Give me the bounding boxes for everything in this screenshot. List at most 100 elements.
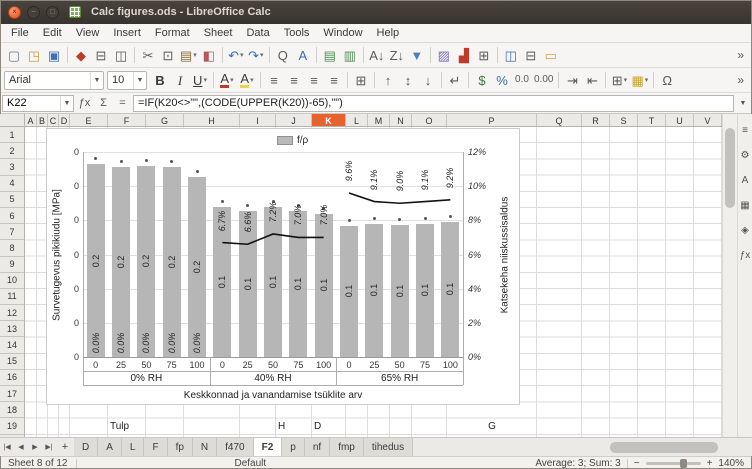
borders-button[interactable]: ⊞▾ xyxy=(609,70,629,91)
expand-formula-bar-icon[interactable]: ▼ xyxy=(736,100,750,107)
paste-button[interactable]: ▤▾ xyxy=(178,45,199,66)
select-all-corner[interactable] xyxy=(0,114,25,127)
row-header-10[interactable]: 10 xyxy=(0,273,24,289)
column-header-r[interactable]: R xyxy=(582,114,610,127)
menu-view[interactable]: View xyxy=(69,26,107,40)
zoom-slider-thumb[interactable] xyxy=(680,459,687,468)
row-header-5[interactable]: 5 xyxy=(0,192,24,208)
formula-input[interactable]: =IF(K20<>"",(CODE(UPPER(K20))-65),"") xyxy=(133,95,734,112)
row-header-14[interactable]: 14 xyxy=(0,337,24,353)
format-as-currency-button[interactable]: $ xyxy=(472,70,492,91)
sheet-tab-fmp[interactable]: fmp xyxy=(330,438,364,456)
sort-descending-button[interactable]: Z↓ xyxy=(387,45,407,66)
chevron-down-icon[interactable]: ▾ xyxy=(260,51,264,59)
align-bottom-button[interactable]: ↓ xyxy=(418,70,438,91)
toolbar-overflow-button[interactable]: » xyxy=(733,73,748,87)
column-header-m[interactable]: M xyxy=(368,114,390,127)
print-button[interactable]: ⊟ xyxy=(91,45,111,66)
column-header-b[interactable]: B xyxy=(37,114,48,127)
chevron-down-icon[interactable]: ▾ xyxy=(250,76,254,84)
justified-button[interactable]: ≡ xyxy=(324,70,344,91)
cut-button[interactable]: ✂ xyxy=(138,45,158,66)
sheet-tab-f2[interactable]: F2 xyxy=(254,438,283,456)
sheet-tab-p[interactable]: p xyxy=(282,438,305,456)
insert-chart-button[interactable]: ▟ xyxy=(454,45,474,66)
previous-sheet-button[interactable]: ◀ xyxy=(14,443,28,451)
background-color-button[interactable]: ▦▾ xyxy=(629,70,650,91)
vertical-scrollbar-thumb[interactable] xyxy=(725,128,735,208)
row-header-13[interactable]: 13 xyxy=(0,321,24,337)
chevron-down-icon[interactable]: ▾ xyxy=(240,51,244,59)
row-header-11[interactable]: 11 xyxy=(0,289,24,305)
row-header-19[interactable]: 19 xyxy=(0,418,24,434)
font-name-combo[interactable]: Arial ▼ xyxy=(4,71,104,90)
italic-button[interactable]: I xyxy=(170,70,190,91)
zoom-in-button[interactable]: + xyxy=(707,458,713,469)
column-header-j[interactable]: J xyxy=(276,114,312,127)
add-decimal-place-button[interactable]: 0.00 xyxy=(532,70,555,91)
bold-button[interactable]: B xyxy=(150,70,170,91)
row-header-8[interactable]: 8 xyxy=(0,240,24,256)
merge-cells-button[interactable]: ⊞ xyxy=(351,70,371,91)
first-sheet-button[interactable]: |◀ xyxy=(0,443,14,451)
insert-pivot-table-button[interactable]: ⊞ xyxy=(474,45,494,66)
column-header-g[interactable]: G xyxy=(146,114,184,127)
row-header-4[interactable]: 4 xyxy=(0,176,24,192)
row-header-17[interactable]: 17 xyxy=(0,386,24,402)
format-as-number-button[interactable]: 0.0 xyxy=(512,70,532,91)
cell-F19[interactable]: Tulp xyxy=(108,419,146,435)
row-header-6[interactable]: 6 xyxy=(0,208,24,224)
insert-image-button[interactable]: ▨ xyxy=(434,45,454,66)
sheet-tab-n[interactable]: N xyxy=(193,438,217,456)
embedded-chart[interactable]: f/ρ012%010%08%06%04%02%00%0.20.0%00.20.0… xyxy=(46,128,520,405)
row-header-2[interactable]: 2 xyxy=(0,143,24,159)
freeze-rows-columns-button[interactable]: ◫ xyxy=(501,45,521,66)
split-window-button[interactable]: ⊟ xyxy=(521,45,541,66)
insert-row-button[interactable]: ▤ xyxy=(320,45,340,66)
row-header-16[interactable]: 16 xyxy=(0,370,24,386)
align-right-button[interactable]: ≡ xyxy=(304,70,324,91)
align-top-button[interactable]: ↑ xyxy=(378,70,398,91)
sheet-tab-d[interactable]: D xyxy=(74,438,98,456)
row-header-7[interactable]: 7 xyxy=(0,224,24,240)
cell-J19[interactable]: H xyxy=(276,419,312,435)
font-color-button[interactable]: A▾ xyxy=(217,70,237,91)
menu-tools[interactable]: Tools xyxy=(277,26,317,40)
insert-special-character-button[interactable]: Ω xyxy=(657,70,677,91)
column-header-k[interactable]: K xyxy=(312,114,346,127)
cell-grid[interactable]: f/ρ012%010%08%06%04%02%00%0.20.0%00.20.0… xyxy=(25,127,722,437)
column-header-e[interactable]: E xyxy=(70,114,108,127)
vertical-scrollbar[interactable] xyxy=(722,114,737,437)
chevron-down-icon[interactable]: ▼ xyxy=(60,96,73,111)
sheet-tab-l[interactable]: L xyxy=(122,438,145,456)
column-header-u[interactable]: U xyxy=(666,114,694,127)
column-header-h[interactable]: H xyxy=(184,114,240,127)
minimize-button[interactable]: − xyxy=(27,6,40,19)
cell-K19[interactable]: D xyxy=(312,419,346,435)
clone-formatting-button[interactable]: ◧ xyxy=(199,45,219,66)
row-header-15[interactable]: 15 xyxy=(0,354,24,370)
title-bar[interactable]: × − □ Calc figures.ods - LibreOffice Cal… xyxy=(0,0,752,24)
undo-button[interactable]: ↶▾ xyxy=(226,45,246,66)
highlighting-color-button[interactable]: A▾ xyxy=(237,70,257,91)
styles-deck-icon[interactable]: A xyxy=(742,176,749,186)
add-sheet-button[interactable]: + xyxy=(56,441,74,453)
column-header-l[interactable]: L xyxy=(346,114,368,127)
horizontal-scrollbar-thumb[interactable] xyxy=(610,442,718,453)
sidebar-menu-icon[interactable]: ≡ xyxy=(742,126,748,136)
copy-button[interactable]: ⊡ xyxy=(158,45,178,66)
next-sheet-button[interactable]: ▶ xyxy=(28,443,42,451)
align-left-button[interactable]: ≡ xyxy=(264,70,284,91)
column-header-o[interactable]: O xyxy=(412,114,447,127)
menu-data[interactable]: Data xyxy=(239,26,276,40)
column-header-n[interactable]: N xyxy=(390,114,412,127)
name-box[interactable]: K22 ▼ xyxy=(2,95,74,112)
row-header-12[interactable]: 12 xyxy=(0,305,24,321)
formula-icon[interactable]: = xyxy=(114,97,131,109)
column-header-q[interactable]: Q xyxy=(537,114,582,127)
new-document-button[interactable]: ▢ xyxy=(4,45,24,66)
find-replace-button[interactable]: Q xyxy=(273,45,293,66)
autofilter-button[interactable]: ▼ xyxy=(407,45,427,66)
gallery-deck-icon[interactable]: ▦ xyxy=(740,201,749,211)
sheet-tab-f470[interactable]: f470 xyxy=(217,438,253,456)
